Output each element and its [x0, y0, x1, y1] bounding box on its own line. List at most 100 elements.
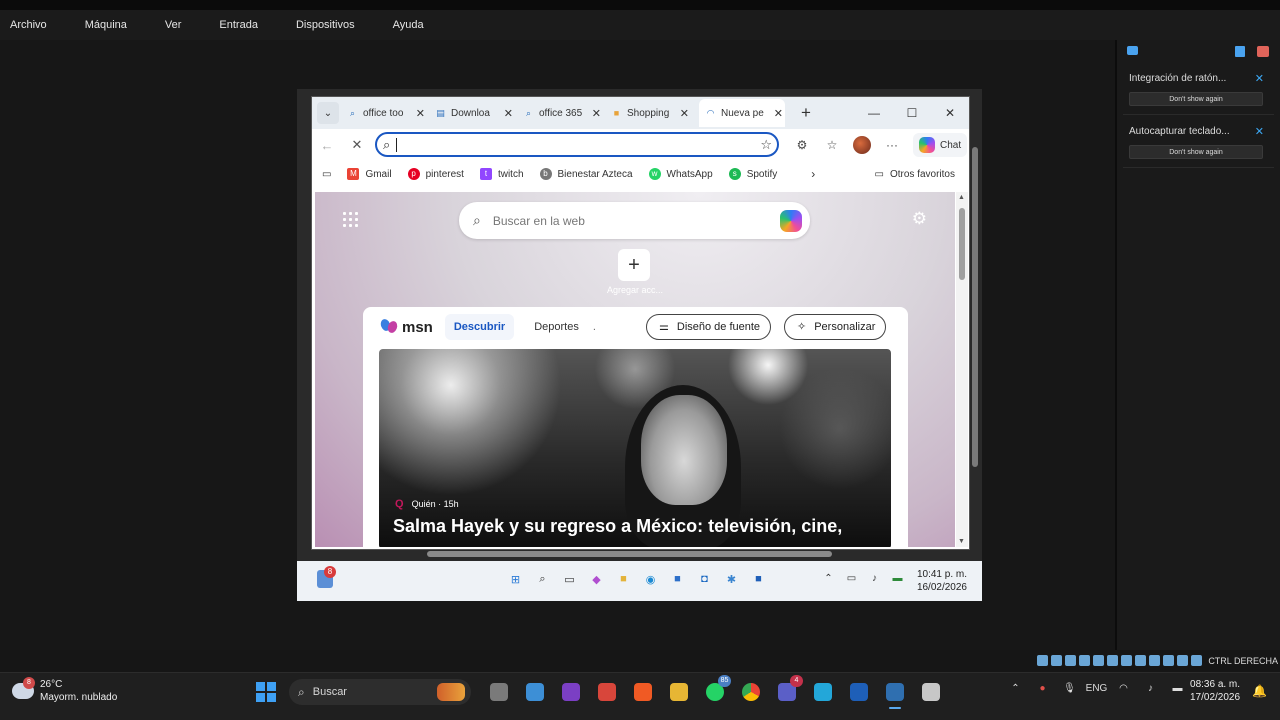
- whatsapp-icon[interactable]: 85: [697, 675, 733, 705]
- file-explorer-icon[interactable]: [661, 679, 697, 705]
- profile-avatar[interactable]: [853, 136, 871, 154]
- menu-maquina[interactable]: Máquina: [75, 19, 127, 31]
- chrome-icon[interactable]: [733, 679, 769, 705]
- close-tab-icon[interactable]: ✕: [680, 107, 689, 120]
- vm-horizontal-scrollbar[interactable]: [417, 550, 967, 558]
- scroll-up-icon[interactable]: ▲: [958, 194, 965, 201]
- tab-new-tab[interactable]: ◠ Nueva pe ✕: [699, 99, 785, 127]
- tab-office-365[interactable]: ⌕ office 365 ✕: [523, 99, 603, 127]
- host-clock[interactable]: 08:36 a. m. 17/02/2026: [1190, 678, 1240, 704]
- scrollbar-thumb[interactable]: [959, 208, 965, 280]
- menu-ver[interactable]: Ver: [155, 19, 182, 31]
- display-icon[interactable]: [1121, 655, 1132, 666]
- copilot-icon[interactable]: ◆: [583, 573, 610, 586]
- page-scrollbar[interactable]: ▲ ▼: [956, 192, 968, 547]
- tab-more[interactable]: .: [593, 321, 596, 333]
- windows-start-icon[interactable]: [256, 682, 276, 702]
- cpu-icon[interactable]: [1149, 655, 1160, 666]
- usb-icon[interactable]: [1093, 655, 1104, 666]
- microphone-icon[interactable]: 🎙: [1056, 683, 1083, 694]
- personalize-button[interactable]: ✧ Personalizar: [784, 314, 887, 340]
- more-options-icon[interactable]: ···: [877, 138, 907, 152]
- tab-shopping[interactable]: ■ Shopping ✕: [611, 99, 691, 127]
- extensions-icon[interactable]: ⚙: [787, 138, 817, 152]
- display-icon[interactable]: ▭: [840, 573, 863, 584]
- vm-vertical-scrollbar[interactable]: [970, 129, 979, 549]
- recording-icon[interactable]: [1135, 655, 1146, 666]
- close-window-icon[interactable]: ✕: [931, 106, 969, 120]
- close-icon[interactable]: ✕: [1255, 72, 1264, 85]
- copilot-icon[interactable]: [780, 209, 802, 232]
- audio-icon[interactable]: [1065, 655, 1076, 666]
- close-icon[interactable]: ✕: [1255, 125, 1264, 138]
- tab-office-tool[interactable]: ⌕ office too ✕: [347, 99, 427, 127]
- shared-folder-icon[interactable]: [1107, 655, 1118, 666]
- chevron-right-icon[interactable]: ›: [811, 167, 815, 181]
- chevron-up-icon[interactable]: ⌃: [817, 573, 840, 584]
- favorite-whatsapp[interactable]: w WhatsApp: [648, 168, 713, 180]
- tab-descubrir[interactable]: Descubrir: [444, 314, 515, 340]
- hero-article[interactable]: Q Quién · 15h Salma Hayek y su regreso a…: [379, 349, 891, 547]
- favorite-pinterest[interactable]: p pinterest: [407, 168, 464, 180]
- battery-icon[interactable]: ▬: [1164, 683, 1191, 694]
- add-shortcut-button[interactable]: +: [618, 249, 650, 281]
- menu-dispositivos[interactable]: Dispositivos: [286, 19, 355, 31]
- notification-bell-icon[interactable]: 🔔: [1252, 684, 1267, 698]
- close-tab-icon[interactable]: ✕: [592, 107, 601, 120]
- outlook-icon[interactable]: ◘: [691, 573, 718, 586]
- app-red-icon[interactable]: [589, 679, 625, 705]
- favorite-gmail[interactable]: M Gmail: [347, 168, 392, 180]
- tab-download[interactable]: ▤ Downloa ✕: [435, 99, 515, 127]
- weather-widget[interactable]: 8 26°C Mayorm. nublado: [12, 677, 117, 704]
- other-favorites[interactable]: ▭ Otros favoritos: [875, 169, 955, 180]
- scrollbar-thumb[interactable]: [427, 551, 832, 557]
- tab-deportes[interactable]: Deportes: [534, 321, 579, 333]
- edge-icon[interactable]: ◉: [637, 573, 664, 586]
- close-tab-icon[interactable]: ✕: [504, 107, 513, 120]
- reading-icon[interactable]: ▭: [322, 169, 331, 180]
- sort-icon[interactable]: [1235, 46, 1245, 57]
- web-search-box[interactable]: ⌕ Buscar en la web: [459, 202, 810, 239]
- mouse-integration-icon[interactable]: [1163, 655, 1174, 666]
- address-bar[interactable]: ⌕ ☆: [375, 132, 779, 157]
- settings-icon[interactable]: ✱: [718, 573, 745, 586]
- back-arrow-icon[interactable]: ←: [312, 138, 342, 153]
- menu-ayuda[interactable]: Ayuda: [383, 19, 424, 31]
- feed-design-button[interactable]: ⚌ Diseño de fuente: [646, 314, 772, 340]
- network-icon[interactable]: [1079, 655, 1090, 666]
- wifi-icon[interactable]: ◠: [1110, 683, 1137, 694]
- app-launcher-grid-icon[interactable]: [343, 212, 359, 228]
- maximize-icon[interactable]: ☐: [893, 106, 931, 120]
- scroll-down-icon[interactable]: ▼: [958, 538, 965, 545]
- task-view-icon[interactable]: ▭: [556, 573, 583, 586]
- language-indicator[interactable]: ENG: [1083, 683, 1110, 694]
- favorites-icon[interactable]: ☆: [817, 138, 847, 152]
- menu-archivo[interactable]: Archivo: [0, 19, 47, 31]
- settings-gear-icon[interactable]: ⚙: [912, 209, 927, 229]
- word-icon[interactable]: [841, 679, 877, 705]
- minimize-icon[interactable]: —: [855, 106, 893, 120]
- stop-loading-icon[interactable]: ✕: [342, 137, 372, 153]
- optical-drive-icon[interactable]: [1051, 655, 1062, 666]
- taskbar-search[interactable]: ⌕ Buscar: [289, 679, 471, 705]
- tab-actions-chevron-down-icon[interactable]: ⌄: [317, 102, 339, 124]
- start-icon[interactable]: ⊞: [502, 573, 529, 586]
- arrow-down-icon[interactable]: [1191, 655, 1202, 666]
- vm-clock[interactable]: 10:41 p. m. 16/02/2026: [917, 568, 967, 594]
- clear-icon[interactable]: [1257, 46, 1269, 57]
- dont-show-again-button[interactable]: Don't show again: [1129, 92, 1263, 106]
- favorite-spotify[interactable]: s Spotify: [728, 168, 777, 180]
- word-icon[interactable]: ■: [745, 573, 772, 586]
- file-explorer-icon[interactable]: ■: [610, 573, 637, 586]
- volume-icon[interactable]: ♪: [863, 573, 886, 584]
- favorite-star-icon[interactable]: ☆: [760, 137, 772, 153]
- task-view-icon[interactable]: [481, 679, 517, 705]
- new-tab-button[interactable]: +: [795, 103, 817, 123]
- article-headline[interactable]: Salma Hayek y su regreso a México: telev…: [393, 515, 883, 537]
- close-tab-icon[interactable]: ✕: [416, 107, 425, 120]
- battery-icon[interactable]: ▬: [886, 573, 909, 584]
- favorite-bienestar-azteca[interactable]: b Bienestar Azteca: [539, 168, 633, 180]
- chevron-up-icon[interactable]: ⌃: [1002, 683, 1029, 694]
- close-tab-icon[interactable]: ✕: [774, 107, 783, 120]
- menu-entrada[interactable]: Entrada: [209, 19, 258, 31]
